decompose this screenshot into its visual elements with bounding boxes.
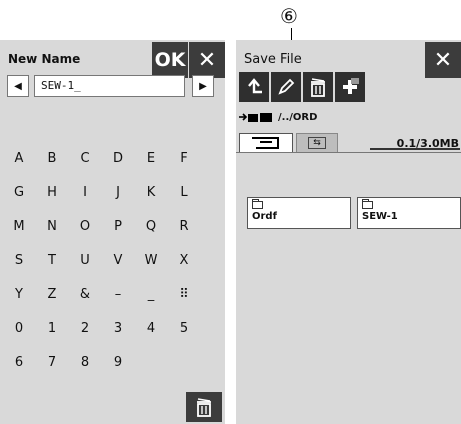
key-button[interactable]: U	[72, 247, 98, 273]
key-button[interactable]: P	[105, 213, 131, 239]
key-button[interactable]: V	[105, 247, 131, 273]
new-folder-button[interactable]	[335, 72, 365, 102]
capacity-bar	[370, 148, 460, 150]
left-arrow-icon: ◀	[14, 80, 22, 92]
key-button[interactable]: 3	[105, 315, 131, 341]
save-file-title: Save File	[244, 52, 302, 67]
folder-path-icon	[239, 113, 272, 122]
folder-name: Ordf	[252, 211, 277, 222]
key-button[interactable]: Y	[6, 281, 32, 307]
key-button[interactable]: D	[105, 145, 131, 171]
capacity-indicator: 0.1/3.0MB	[340, 133, 461, 153]
close-button[interactable]: ✕	[189, 42, 225, 78]
name-input-field[interactable]: SEW-1_	[34, 75, 185, 97]
machine-memory-tab[interactable]	[239, 133, 293, 153]
ok-label: OK	[154, 49, 186, 71]
rename-button[interactable]	[271, 72, 301, 102]
key-button[interactable]: I	[72, 179, 98, 205]
trash-icon	[311, 78, 325, 97]
folder-name: SEW-1	[362, 211, 398, 222]
cursor-left-button[interactable]: ◀	[7, 75, 29, 97]
machine-icon	[252, 137, 279, 149]
callout-number: ⑥	[280, 4, 298, 28]
path-text: /../ORD	[278, 111, 318, 123]
key-button[interactable]: T	[39, 247, 65, 273]
key-button[interactable]: Z	[39, 281, 65, 307]
key-button[interactable]: J	[105, 179, 131, 205]
key-button[interactable]: O	[72, 213, 98, 239]
ok-button[interactable]: OK	[152, 42, 188, 78]
cursor-right-button[interactable]: ▶	[192, 75, 214, 97]
key-button[interactable]: F	[171, 145, 197, 171]
right-arrow-icon: ▶	[199, 80, 207, 92]
key-button[interactable]: 8	[72, 349, 98, 375]
key-button[interactable]: M	[6, 213, 32, 239]
key-button[interactable]: –	[105, 281, 131, 307]
key-button[interactable]: G	[6, 179, 32, 205]
key-button[interactable]: L	[171, 179, 197, 205]
key-button[interactable]: H	[39, 179, 65, 205]
folder-icon	[252, 199, 263, 209]
key-button[interactable]: S	[6, 247, 32, 273]
key-button[interactable]: X	[171, 247, 197, 273]
key-button[interactable]: 4	[138, 315, 164, 341]
key-button[interactable]: Q	[138, 213, 164, 239]
key-button[interactable]: B	[39, 145, 65, 171]
key-button[interactable]: 2	[72, 315, 98, 341]
key-button[interactable]: W	[138, 247, 164, 273]
close-button[interactable]: ✕	[425, 42, 461, 78]
key-button[interactable]: 6	[6, 349, 32, 375]
key-button[interactable]: 5	[171, 315, 197, 341]
usb-icon: ⇆	[308, 137, 326, 149]
close-icon: ✕	[197, 47, 217, 73]
delete-button[interactable]	[186, 392, 222, 422]
up-arrow-icon	[248, 78, 262, 94]
key-button[interactable]: 0	[6, 315, 32, 341]
pencil-icon	[278, 78, 295, 95]
usb-tab[interactable]: ⇆	[296, 133, 338, 153]
key-button[interactable]: 9	[105, 349, 131, 375]
key-button[interactable]: C	[72, 145, 98, 171]
current-path: /../ORD	[239, 110, 317, 124]
up-folder-button[interactable]	[239, 72, 269, 102]
folder-item[interactable]: SEW-1	[357, 197, 461, 229]
new-name-title: New Name	[8, 52, 81, 66]
key-button[interactable]: 7	[39, 349, 65, 375]
delete-file-button[interactable]	[303, 72, 333, 102]
key-button[interactable]: &	[72, 281, 98, 307]
folder-icon	[362, 199, 373, 209]
key-button[interactable]: N	[39, 213, 65, 239]
key-button[interactable]: ⠿	[171, 281, 197, 307]
key-button[interactable]: _	[138, 281, 164, 307]
key-button[interactable]: 1	[39, 315, 65, 341]
key-button[interactable]: R	[171, 213, 197, 239]
folder-item[interactable]: Ordf	[247, 197, 351, 229]
key-button[interactable]: E	[138, 145, 164, 171]
new-folder-icon	[343, 78, 359, 94]
close-icon: ✕	[433, 47, 453, 73]
trash-icon	[197, 398, 211, 417]
key-button[interactable]: K	[138, 179, 164, 205]
tab-divider	[236, 152, 461, 153]
key-button[interactable]: A	[6, 145, 32, 171]
